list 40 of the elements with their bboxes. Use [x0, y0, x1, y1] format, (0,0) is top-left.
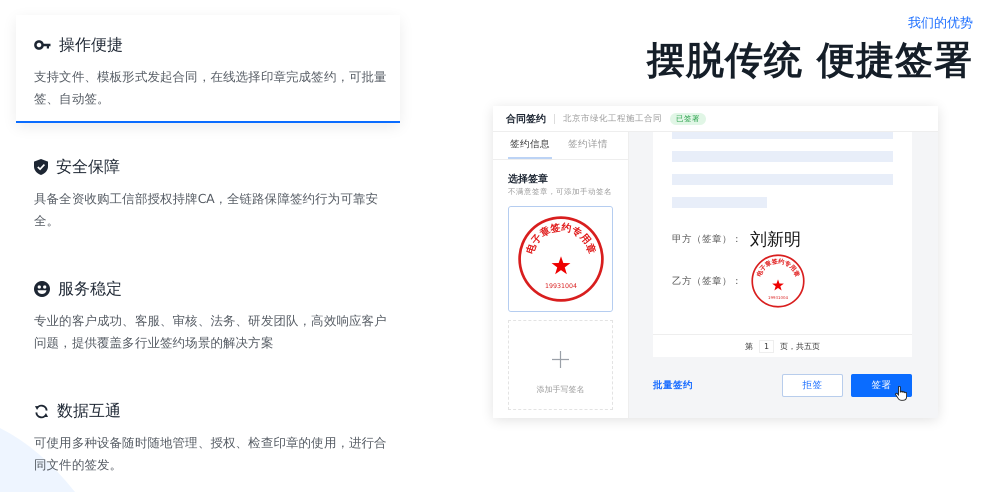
star-icon [772, 279, 784, 290]
key-icon [34, 40, 51, 50]
tab[interactable]: 签约详情 [566, 132, 610, 159]
plus-icon [552, 351, 569, 368]
party-a-label: 甲方（签章）： [672, 233, 742, 246]
feature-description: 专业的客户成功、客服、审核、法务、研发团队，高效响应客户问题，提供覆盖多行业签约场景的解决方案 [34, 312, 388, 352]
hand-cursor-icon [895, 386, 907, 401]
reject-button[interactable]: 拒签 [782, 374, 843, 397]
refresh-icon [34, 404, 49, 418]
tab[interactable]: 签约信息 [508, 132, 552, 159]
seal-ring [751, 254, 805, 308]
face-icon [34, 281, 50, 297]
sign-button[interactable]: 签署 [851, 374, 912, 397]
feature-description: 可使用多种设备随时随地管理、授权、检查印章的使用，进行合同文件的签发。 [34, 434, 388, 474]
feature-card[interactable]: 服务稳定 专业的客户成功、客服、审核、法务、研发团队，高效响应客户问题，提供覆盖多行业签约场景的解决方案 [16, 259, 400, 367]
page-number-field[interactable]: 1 [758, 340, 774, 352]
feature-title: 服务稳定 [58, 278, 122, 300]
feature-card[interactable]: 操作便捷 支持文件、模板形式发起合同，在线选择印章完成签约，可批量签、自动签。 [16, 15, 400, 123]
section-eyebrow-link[interactable]: 我们的优势 [908, 14, 973, 32]
shield-check-icon [34, 159, 48, 175]
app-title: 合同签约 [506, 112, 546, 126]
pager-text: 页，共五页 [780, 340, 820, 352]
add-signature-card[interactable]: 添加手写签名 [508, 320, 613, 410]
feature-title: 数据互通 [57, 400, 121, 422]
seal-text: 电子章签约专用章 [524, 222, 597, 256]
star-icon [551, 256, 570, 274]
handwritten-signature: 刘新明 [750, 229, 801, 251]
page-heading: 摆脱传统 便捷签署 [646, 37, 973, 84]
feature-title: 操作便捷 [59, 34, 123, 56]
feature-title: 安全保障 [56, 156, 120, 178]
feature-description: 具备全资收购工信部授权持牌CA，全链路保障签约行为可靠安全。 [34, 190, 380, 230]
party-b-label: 乙方（签章）： [672, 274, 742, 288]
section-title: 选择签章 [508, 172, 549, 186]
add-signature-label: 添加手写签名 [536, 384, 584, 395]
contract-name: 北京市绿化工程施工合同 [563, 112, 662, 124]
batch-sign-link[interactable]: 批量签约 [653, 379, 774, 392]
feature-description: 支持文件、模板形式发起合同，在线选择印章完成签约，可批量签、自动签。 [34, 68, 388, 108]
feature-card[interactable]: 安全保障 具备全资收购工信部授权持牌CA，全链路保障签约行为可靠安全。 [16, 137, 400, 245]
pager-text: 第 [744, 340, 753, 352]
feature-card[interactable]: 数据互通 可使用多种设备随时随地管理、授权、检查印章的使用，进行合同文件的签发。 [16, 381, 400, 489]
